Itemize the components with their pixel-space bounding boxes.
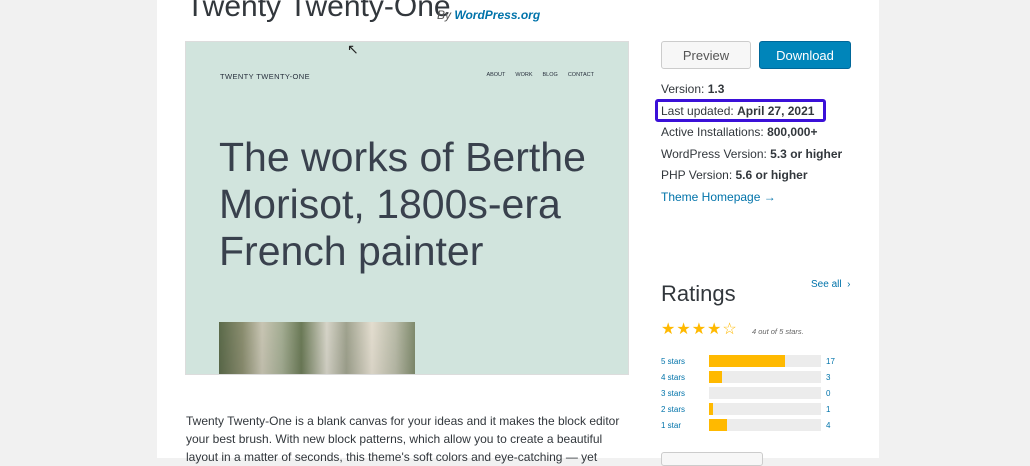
wp-version-label: WordPress Version: — [661, 147, 767, 161]
rating-row-label: 3 stars — [661, 388, 686, 398]
partial-button[interactable] — [661, 452, 763, 466]
meta-version: Version: 1.3 — [661, 82, 724, 96]
wp-version-value: 5.3 or higher — [770, 147, 843, 161]
rating-row-2[interactable]: 2 stars 1 — [661, 403, 830, 415]
ratings-heading: Ratings — [661, 281, 736, 306]
highlight-box — [655, 99, 826, 122]
meta-active-installations: Active Installations: 800,000+ — [661, 125, 817, 139]
chevron-right-icon: › — [844, 279, 851, 290]
star-filled-icon: ★ — [691, 321, 707, 338]
rating-row-4[interactable]: 4 stars 3 — [661, 371, 830, 383]
meta-wordpress-version: WordPress Version: 5.3 or higher — [661, 147, 842, 161]
screenshot-painting-image — [219, 322, 415, 374]
rating-row-label: 1 star — [661, 420, 682, 430]
rating-row-3[interactable]: 3 stars 0 — [661, 387, 830, 399]
rating-bar-fill — [709, 355, 786, 367]
download-button[interactable]: Download — [759, 41, 851, 69]
rating-bar-fill — [709, 419, 727, 431]
mouse-cursor-icon: ↖ — [347, 41, 359, 57]
rating-bar-track — [709, 387, 821, 399]
rating-row-5[interactable]: 5 stars 17 — [661, 355, 835, 367]
star-empty-icon: ☆ — [722, 321, 737, 338]
rating-row-count: 17 — [826, 356, 835, 366]
rating-bar-track — [709, 355, 821, 367]
php-version-label: PHP Version: — [661, 168, 733, 182]
rating-row-label: 5 stars — [661, 356, 686, 366]
rating-bar-fill — [709, 403, 714, 415]
rating-row-count: 0 — [826, 388, 831, 398]
see-all-label: See all — [811, 279, 842, 290]
see-all-ratings-link[interactable]: See all › — [811, 279, 850, 290]
rating-row-count: 4 — [826, 420, 831, 430]
theme-title: Twenty Twenty-One — [186, 0, 451, 23]
star-rating: ★ ★ ★ ★ ☆ — [661, 322, 737, 338]
stars-note: 4 out of 5 stars. — [752, 327, 804, 336]
screenshot-nav-item: WORK — [515, 72, 533, 78]
php-version-value: 5.6 or higher — [735, 168, 808, 182]
theme-screenshot: TWENTY TWENTY-ONE ABOUT WORK BLOG CONTAC… — [185, 41, 629, 375]
screenshot-nav: ABOUT WORK BLOG CONTACT — [486, 72, 594, 78]
rating-row-count: 1 — [826, 404, 831, 414]
screenshot-nav-item: CONTACT — [567, 72, 594, 78]
rating-row-label: 4 stars — [661, 372, 686, 382]
byline: By WordPress.org — [437, 8, 540, 22]
star-filled-icon: ★ — [661, 321, 676, 338]
rating-bar-track — [709, 371, 821, 383]
screenshot-nav-item: BLOG — [542, 72, 558, 78]
screenshot-headline: The works of Berthe Morisot, 1800s-era F… — [219, 134, 586, 274]
author-link[interactable]: WordPress.org — [454, 8, 540, 22]
rating-row-count: 3 — [826, 372, 831, 382]
installs-label: Active Installations: — [661, 125, 764, 139]
rating-row-label: 2 stars — [661, 404, 686, 414]
meta-php-version: PHP Version: 5.6 or higher — [661, 168, 808, 182]
rating-bar-track — [709, 419, 821, 431]
screenshot-nav-item: ABOUT — [486, 72, 506, 78]
rating-bar-track — [709, 403, 821, 415]
preview-button[interactable]: Preview — [661, 41, 751, 69]
screenshot-site-title: TWENTY TWENTY-ONE — [220, 72, 310, 81]
version-value: 1.3 — [707, 82, 725, 96]
star-filled-icon: ★ — [707, 321, 722, 338]
theme-homepage-link[interactable]: Theme Homepage → — [661, 190, 776, 204]
installs-value: 800,000+ — [767, 125, 818, 139]
rating-row-1[interactable]: 1 star 4 — [661, 419, 830, 431]
version-label: Version: — [661, 82, 705, 96]
star-filled-icon: ★ — [676, 321, 691, 338]
rating-bar-fill — [709, 371, 723, 383]
byline-prefix: By — [437, 8, 452, 22]
